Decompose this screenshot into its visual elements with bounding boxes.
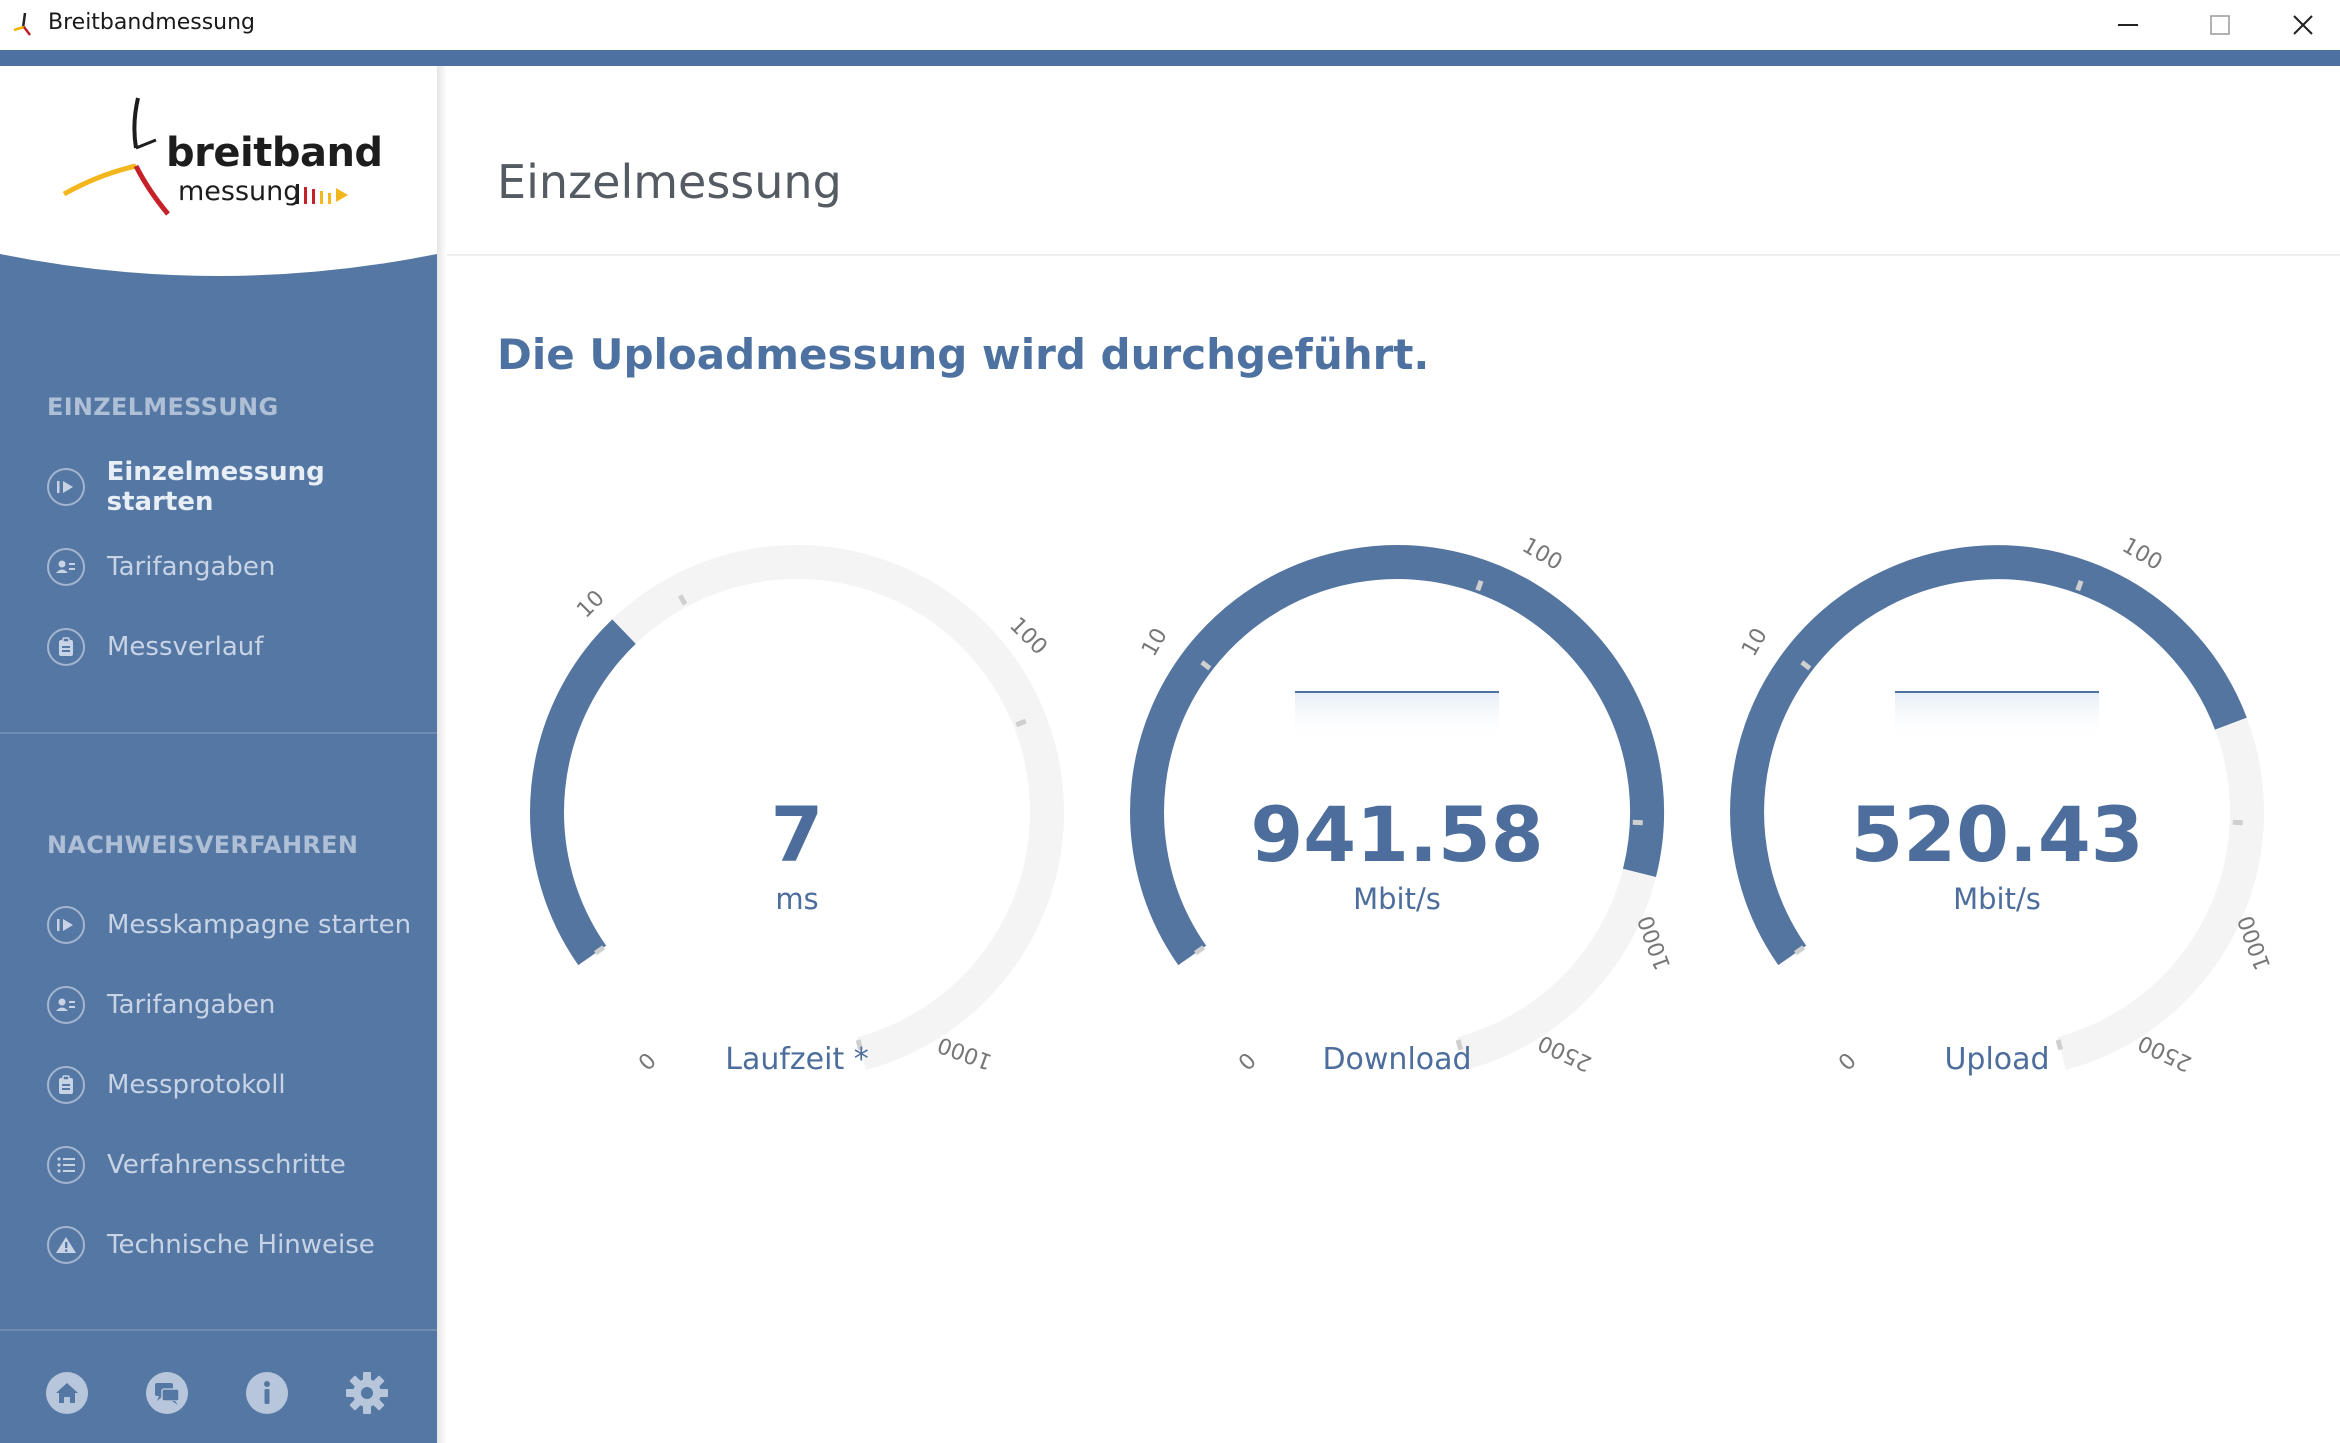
gauge-download: 0 10 100 1000 2500 941.58 Mbit/s Downloa… bbox=[1097, 500, 1697, 1120]
measurement-status: Die Uploadmessung wird durchgeführt. bbox=[497, 330, 1430, 379]
sidebar-divider bbox=[0, 732, 437, 734]
minimize-icon bbox=[2118, 24, 2138, 26]
chat-icon[interactable] bbox=[144, 1370, 190, 1416]
nav-item-verfahrensschritte[interactable]: Verfahrensschritte bbox=[47, 1143, 346, 1187]
close-button[interactable] bbox=[2266, 0, 2340, 50]
nav-item-messkampagne-starten[interactable]: Messkampagne starten bbox=[47, 903, 411, 947]
play-icon bbox=[47, 906, 85, 944]
nav-item-tarifangaben-1[interactable]: Tarifangaben bbox=[47, 545, 275, 589]
gauge-tick-mark bbox=[1015, 718, 1027, 728]
close-icon bbox=[2293, 15, 2313, 35]
app-logo-icon bbox=[13, 12, 31, 36]
maximize-button[interactable] bbox=[2174, 0, 2266, 50]
app-logo[interactable]: breitband messung bbox=[60, 94, 383, 224]
section-title-einzelmessung: EINZELMESSUNG bbox=[47, 393, 279, 421]
gauge-value: 7 bbox=[770, 790, 824, 879]
clipboard-icon bbox=[47, 1066, 85, 1104]
logo-bars-icon bbox=[296, 184, 348, 204]
nav-item-label: Messprotokoll bbox=[107, 1070, 286, 1100]
sidebar-shadow bbox=[437, 66, 447, 1443]
gauge-unit: ms bbox=[775, 882, 819, 916]
gauge-tick-mark bbox=[1475, 579, 1484, 592]
minimize-button[interactable] bbox=[2082, 0, 2174, 50]
logo-text-line1: breitband bbox=[166, 130, 383, 176]
gauge-value: 520.43 bbox=[1850, 790, 2144, 879]
nav-item-label: Technische Hinweise bbox=[107, 1230, 375, 1260]
nav-item-label: Einzelmessung starten bbox=[106, 457, 325, 517]
page-title: Einzelmessung bbox=[497, 155, 842, 209]
gauge-label: Download bbox=[1322, 1042, 1472, 1077]
speed-graph-area bbox=[1295, 692, 1499, 742]
clipboard-icon bbox=[47, 628, 85, 666]
nav-item-tarifangaben-2[interactable]: Tarifangaben bbox=[47, 983, 275, 1027]
gauge-unit: Mbit/s bbox=[1953, 882, 2041, 916]
nav-item-label: Messkampagne starten bbox=[107, 910, 412, 940]
speed-graph-area bbox=[1895, 692, 2099, 742]
gauge-label: Laufzeit * bbox=[725, 1042, 869, 1077]
logo-text-line2: messung bbox=[178, 176, 301, 207]
window-titlebar: Breitbandmessung bbox=[0, 0, 2340, 50]
nav-item-label: Verfahrensschritte bbox=[107, 1150, 346, 1180]
nav-item-label: Tarifangaben bbox=[107, 552, 276, 582]
user-card-icon bbox=[47, 986, 85, 1024]
play-icon bbox=[47, 468, 85, 506]
list-icon bbox=[47, 1146, 85, 1184]
sidebar-divider bbox=[0, 1329, 437, 1331]
nav-item-label: Messverlauf bbox=[107, 632, 264, 662]
nav-item-label: Tarifangaben bbox=[107, 990, 276, 1020]
window-title: Breitbandmessung bbox=[48, 10, 256, 35]
user-card-icon bbox=[47, 548, 85, 586]
nav-item-messverlauf[interactable]: Messverlauf bbox=[47, 625, 263, 669]
section-title-nachweisverfahren: NACHWEISVERFAHREN bbox=[47, 831, 359, 859]
sidebar: breitband messung EINZELMESSUNG Einzelme… bbox=[0, 66, 437, 1443]
warning-icon bbox=[47, 1226, 85, 1264]
nav-item-messprotokoll[interactable]: Messprotokoll bbox=[47, 1063, 286, 1107]
settings-icon[interactable] bbox=[344, 1370, 390, 1416]
gauge-label: Upload bbox=[1944, 1042, 2050, 1077]
home-icon[interactable] bbox=[44, 1370, 90, 1416]
gauge-value: 941.58 bbox=[1250, 790, 1544, 879]
nav-item-technische-hinweise[interactable]: Technische Hinweise bbox=[47, 1223, 375, 1267]
gauge-unit: Mbit/s bbox=[1353, 882, 1441, 916]
nav-item-einzelmessung-starten[interactable]: Einzelmessung starten bbox=[47, 457, 437, 517]
gauge-upload: 0 10 100 1000 2500 520.43 Mbit/s Upload bbox=[1697, 500, 2297, 1120]
gauge-tick-mark bbox=[2075, 579, 2084, 592]
accent-bar bbox=[0, 50, 2340, 66]
gauge-laufzeit: 0 10 100 1000 7 ms Laufzeit * bbox=[497, 500, 1097, 1120]
info-icon[interactable] bbox=[244, 1370, 290, 1416]
maximize-icon bbox=[2210, 15, 2230, 35]
